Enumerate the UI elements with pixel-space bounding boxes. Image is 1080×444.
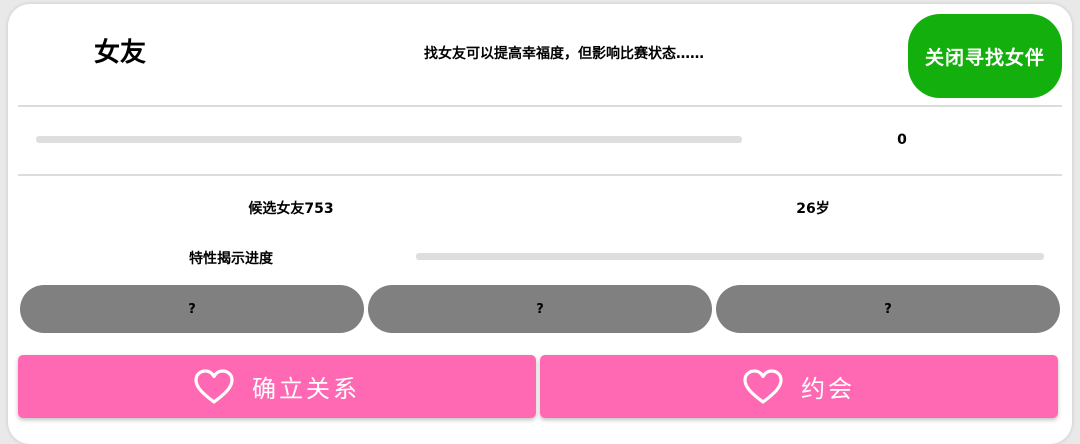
- progress-value: 0: [897, 132, 907, 148]
- trait-slot-3[interactable]: ?: [716, 285, 1060, 333]
- heart-icon: [194, 368, 234, 405]
- date-label: 约会: [801, 375, 855, 403]
- page-title: 女友: [94, 38, 147, 68]
- divider-top: [18, 105, 1062, 107]
- confirm-relationship-button[interactable]: 确立关系: [18, 355, 536, 418]
- trait-reveal-bar: [416, 253, 1044, 260]
- close-search-button[interactable]: 关闭寻找女伴: [908, 14, 1062, 98]
- progress-bar: [36, 136, 742, 143]
- divider-middle: [18, 174, 1062, 176]
- trait-slot-1[interactable]: ?: [20, 285, 364, 333]
- panel-description: 找女友可以提高幸福度，但影响比赛状态……: [424, 46, 704, 62]
- candidate-name: 候选女友753: [248, 201, 334, 217]
- date-button[interactable]: 约会: [540, 355, 1058, 418]
- candidate-age: 26岁: [796, 201, 830, 217]
- trait-slot-2[interactable]: ?: [368, 285, 712, 333]
- confirm-relationship-label: 确立关系: [252, 375, 360, 403]
- trait-reveal-label: 特性揭示进度: [189, 251, 273, 267]
- heart-icon: [743, 368, 783, 405]
